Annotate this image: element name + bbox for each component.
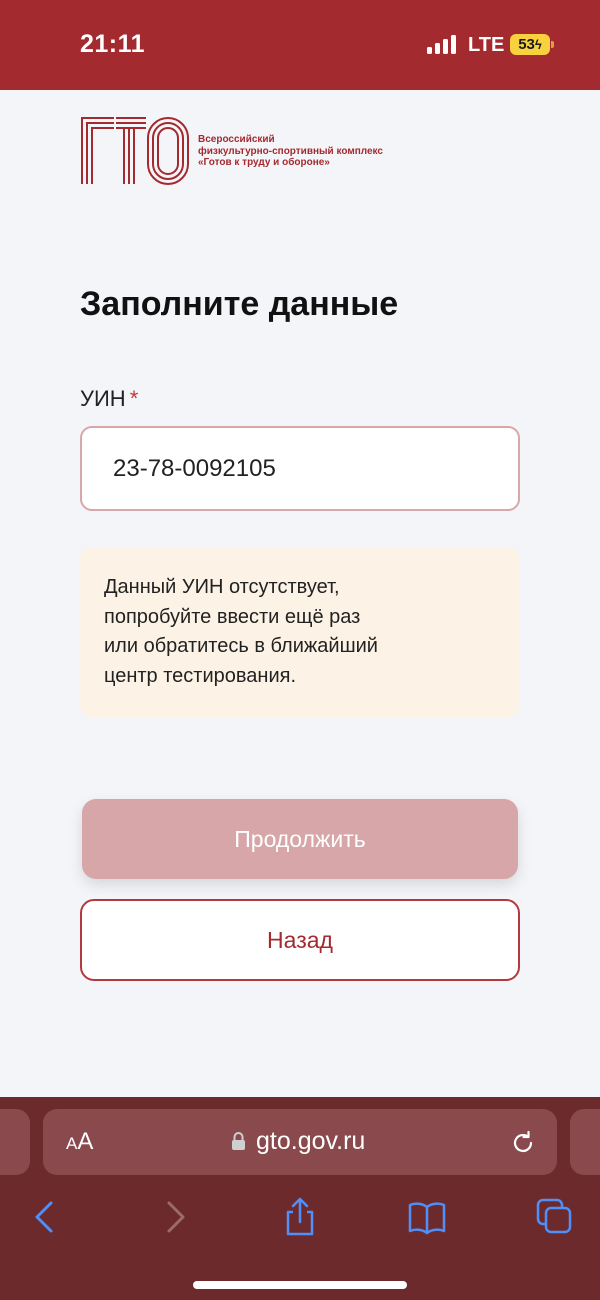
- share-icon[interactable]: [280, 1197, 320, 1237]
- error-notice: Данный УИН отсутствует, попробуйте ввест…: [80, 547, 520, 717]
- uin-label: УИН *: [80, 386, 138, 412]
- status-bar: 21:11 LTE 53 ϟ: [0, 0, 600, 90]
- notice-line: или обратитесь в ближайший: [104, 635, 378, 657]
- network-type: LTE: [468, 34, 505, 56]
- next-tab[interactable]: [570, 1109, 600, 1175]
- required-mark: *: [129, 386, 139, 411]
- logo-caption-line: физкультурно-спортивный комплекс: [198, 145, 383, 157]
- gto-logo: [81, 117, 189, 185]
- forward-icon[interactable]: [155, 1197, 195, 1237]
- browser-chrome: AA gto.gov.ru: [0, 1097, 600, 1300]
- back-icon[interactable]: [25, 1197, 65, 1237]
- battery-level: 53: [518, 36, 535, 53]
- reload-icon[interactable]: [509, 1129, 537, 1157]
- address-bar[interactable]: AA gto.gov.ru: [43, 1109, 557, 1175]
- logo-caption-line: Всероссийский: [198, 134, 275, 145]
- text-size-button[interactable]: AA: [66, 1128, 93, 1156]
- notice-line: центр тестирования.: [104, 664, 297, 687]
- bookmarks-icon[interactable]: [407, 1197, 447, 1237]
- logo-caption-line: «Готов к труду и обороне»: [198, 157, 330, 168]
- uin-label-text: УИН: [80, 386, 126, 411]
- url-text: gto.gov.ru: [256, 1127, 366, 1155]
- logo-caption: Всероссийский физкультурно-спортивный ко…: [198, 134, 383, 169]
- notice-line: Данный УИН отсутствует,: [104, 576, 340, 598]
- home-indicator[interactable]: [193, 1281, 407, 1289]
- previous-tab[interactable]: [0, 1109, 30, 1175]
- notice-line: попробуйте ввести ещё раз: [104, 605, 361, 628]
- signal-icon: [427, 35, 459, 54]
- status-time: 21:11: [80, 30, 146, 58]
- lock-icon: [232, 1132, 245, 1150]
- battery-icon: 53 ϟ: [510, 34, 554, 55]
- page-title: Заполните данные: [80, 285, 399, 323]
- back-button[interactable]: Назад: [80, 899, 520, 981]
- uin-input[interactable]: [80, 426, 520, 511]
- continue-button[interactable]: Продолжить: [82, 799, 518, 879]
- tabs-icon[interactable]: [535, 1197, 575, 1237]
